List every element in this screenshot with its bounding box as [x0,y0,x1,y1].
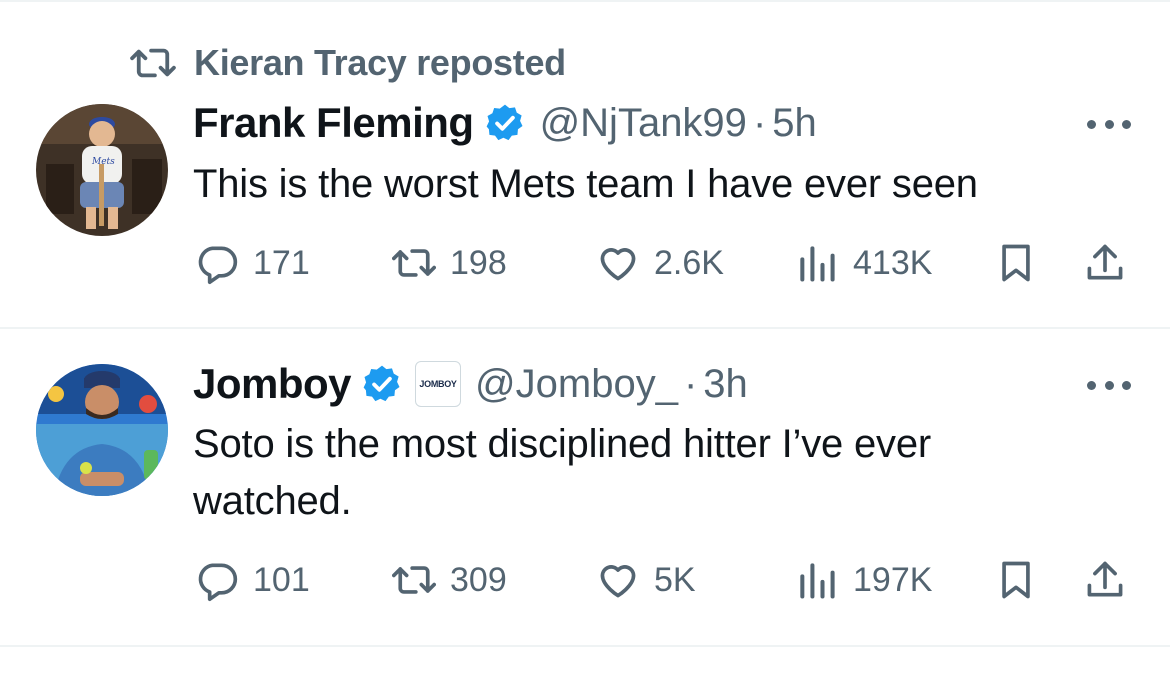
reply-button[interactable]: 171 [195,238,310,288]
verified-badge-icon[interactable] [484,102,526,144]
views-count: 413K [853,243,933,282]
reply-icon [198,563,238,602]
avatar-jomboy[interactable] [36,364,168,496]
tweet-text: This is the worst Mets team I have ever … [193,162,978,206]
views-button[interactable]: 413K [795,238,932,288]
like-button[interactable]: 2.6K [596,238,724,288]
repost-button[interactable]: 309 [392,555,507,605]
tweet-text: Soto is the most disciplined hitter I’ve… [193,416,1133,530]
like-button[interactable]: 5K [596,555,696,605]
repost-icon [130,48,176,78]
affiliate-badge[interactable]: JOMBOY [415,361,462,407]
share-icon[interactable] [1083,241,1127,285]
views-button[interactable]: 197K [795,555,932,605]
bottom-divider [0,645,1170,647]
heart-icon [600,248,636,281]
verified-badge-icon[interactable] [361,363,403,405]
reply-count: 101 [253,560,310,599]
repost-count: 198 [450,243,507,282]
bookmark-icon[interactable] [994,558,1038,602]
reply-button[interactable]: 101 [195,555,310,605]
tweet-header: Jomboy JOMBOY @Jomboy_ · 3h [193,356,748,412]
views-icon [800,563,835,599]
bookmark-icon[interactable] [994,241,1038,285]
top-divider [0,0,1170,2]
tweet-text-line: watched. [193,479,352,523]
more-options-icon[interactable] [1087,378,1131,392]
repost-button[interactable]: 198 [392,238,507,288]
repost-banner[interactable]: Kieran Tracy reposted [130,40,566,86]
author-handle[interactable]: @NjTank99 [540,101,747,146]
tweet-divider [0,327,1170,329]
reply-icon [198,246,238,285]
author-name[interactable]: Jomboy [193,360,352,408]
views-icon [800,246,835,282]
reply-count: 171 [253,243,310,282]
repost-label: Kieran Tracy reposted [194,42,566,83]
affiliate-badge-logo: JOMBOY [419,379,457,389]
heart-icon [600,565,636,598]
avatar-frank-fleming[interactable]: Mets [36,104,168,236]
author-handle[interactable]: @Jomboy_ [475,362,678,407]
views-count: 197K [853,560,933,599]
repost-icon [392,249,436,277]
repost-count: 309 [450,560,507,599]
share-icon[interactable] [1083,558,1127,602]
timestamp[interactable]: 3h [703,362,748,407]
more-options-icon[interactable] [1087,117,1131,131]
separator-dot: · [752,100,767,145]
timestamp[interactable]: 5h [772,101,817,146]
like-count: 2.6K [654,243,724,282]
avatar-image: Mets [36,104,168,236]
repost-icon [392,566,436,594]
tweet-text-line: Soto is the most disciplined hitter I’ve… [193,422,932,466]
author-name[interactable]: Frank Fleming [193,99,474,147]
like-count: 5K [654,560,696,599]
separator-dot: · [683,361,698,406]
avatar-image [36,364,168,496]
tweet-header: Frank Fleming @NjTank99 · 5h [193,95,817,151]
